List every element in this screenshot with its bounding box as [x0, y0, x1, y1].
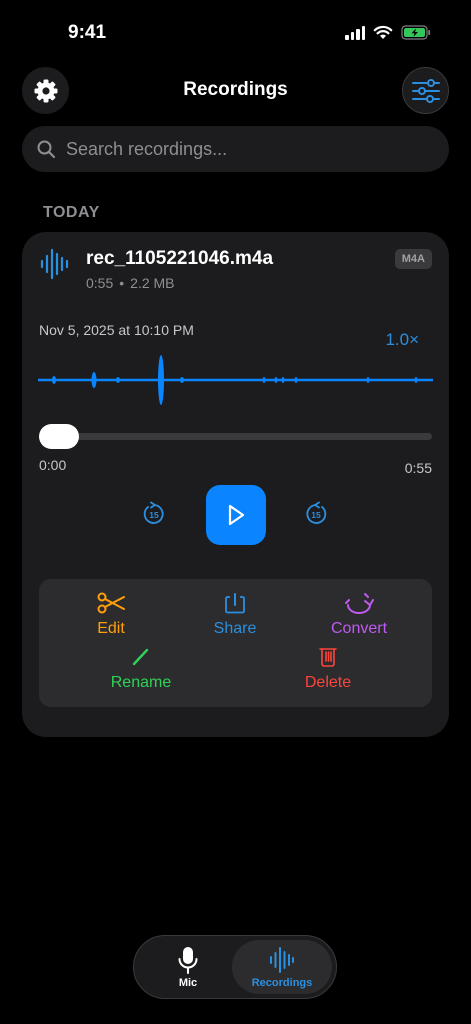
filter-button[interactable]	[402, 67, 449, 114]
trash-icon	[319, 648, 337, 667]
status-icons	[345, 25, 431, 40]
search-placeholder: Search recordings...	[66, 138, 228, 159]
page-title: Recordings	[183, 79, 288, 100]
wifi-icon	[373, 25, 393, 39]
pencil-icon	[132, 648, 149, 666]
progress-thumb[interactable]	[39, 424, 79, 449]
playback-progress-bar[interactable]	[39, 433, 432, 440]
convert-button[interactable]: Convert	[319, 591, 399, 638]
status-bar: 9:41	[0, 0, 471, 60]
edit-label: Edit	[97, 620, 125, 637]
section-label-today: TODAY	[43, 204, 100, 221]
playback-speed-button[interactable]: 1.0×	[385, 330, 419, 350]
battery-charging-icon	[401, 25, 431, 40]
file-size: 2.2 MB	[130, 275, 175, 291]
tab-mic-label: Mic	[178, 976, 198, 989]
share-icon	[225, 593, 245, 614]
file-name: rec_1105221046.m4a	[86, 248, 274, 269]
tab-mic[interactable]: Mic	[140, 936, 236, 998]
actions-panel: Edit Share Convert Rename Delete	[39, 579, 432, 707]
microphone-icon	[178, 946, 198, 974]
sliders-icon	[411, 78, 440, 103]
scissors-icon	[97, 592, 125, 614]
file-duration: 0:55	[86, 275, 114, 291]
search-input[interactable]: Search recordings...	[22, 126, 449, 172]
delete-label: Delete	[304, 674, 352, 691]
share-label: Share	[213, 620, 257, 637]
file-meta: 0:55 • 2.2 MB	[86, 275, 175, 291]
skip-forward-15-icon[interactable]: 15	[303, 501, 329, 527]
skip-back-15-icon[interactable]: 15	[141, 501, 167, 527]
format-badge: M4A	[394, 249, 432, 269]
share-button[interactable]: Share	[203, 591, 267, 638]
skip-back-label: 15	[149, 510, 159, 520]
signal-icon	[345, 25, 365, 40]
time-current: 0:00	[39, 457, 67, 473]
recording-date: Nov 5, 2025 at 10:10 PM	[39, 322, 194, 338]
tab-recordings[interactable]: Recordings	[232, 940, 332, 994]
play-button[interactable]	[206, 485, 266, 545]
waveform-icon	[270, 946, 294, 973]
search-icon	[37, 140, 56, 159]
recording-card[interactable]: rec_1105221046.m4a 0:55 • 2.2 MB M4A Nov…	[22, 232, 449, 737]
edit-button[interactable]: Edit	[79, 591, 143, 638]
waveform-icon	[40, 248, 69, 280]
skip-forward-label: 15	[311, 510, 321, 520]
delete-button[interactable]: Delete	[293, 645, 363, 692]
play-icon	[228, 504, 245, 526]
tab-recordings-label: Recordings	[251, 976, 313, 989]
convert-icon	[345, 593, 374, 614]
meta-separator: •	[119, 275, 125, 291]
audio-waveform[interactable]	[38, 350, 433, 410]
tab-bar: Mic Recordings	[133, 935, 337, 999]
rename-label: Rename	[110, 674, 172, 691]
convert-label: Convert	[330, 620, 388, 637]
status-time: 9:41	[68, 22, 107, 43]
rename-button[interactable]: Rename	[101, 645, 181, 692]
time-total: 0:55	[404, 460, 432, 476]
